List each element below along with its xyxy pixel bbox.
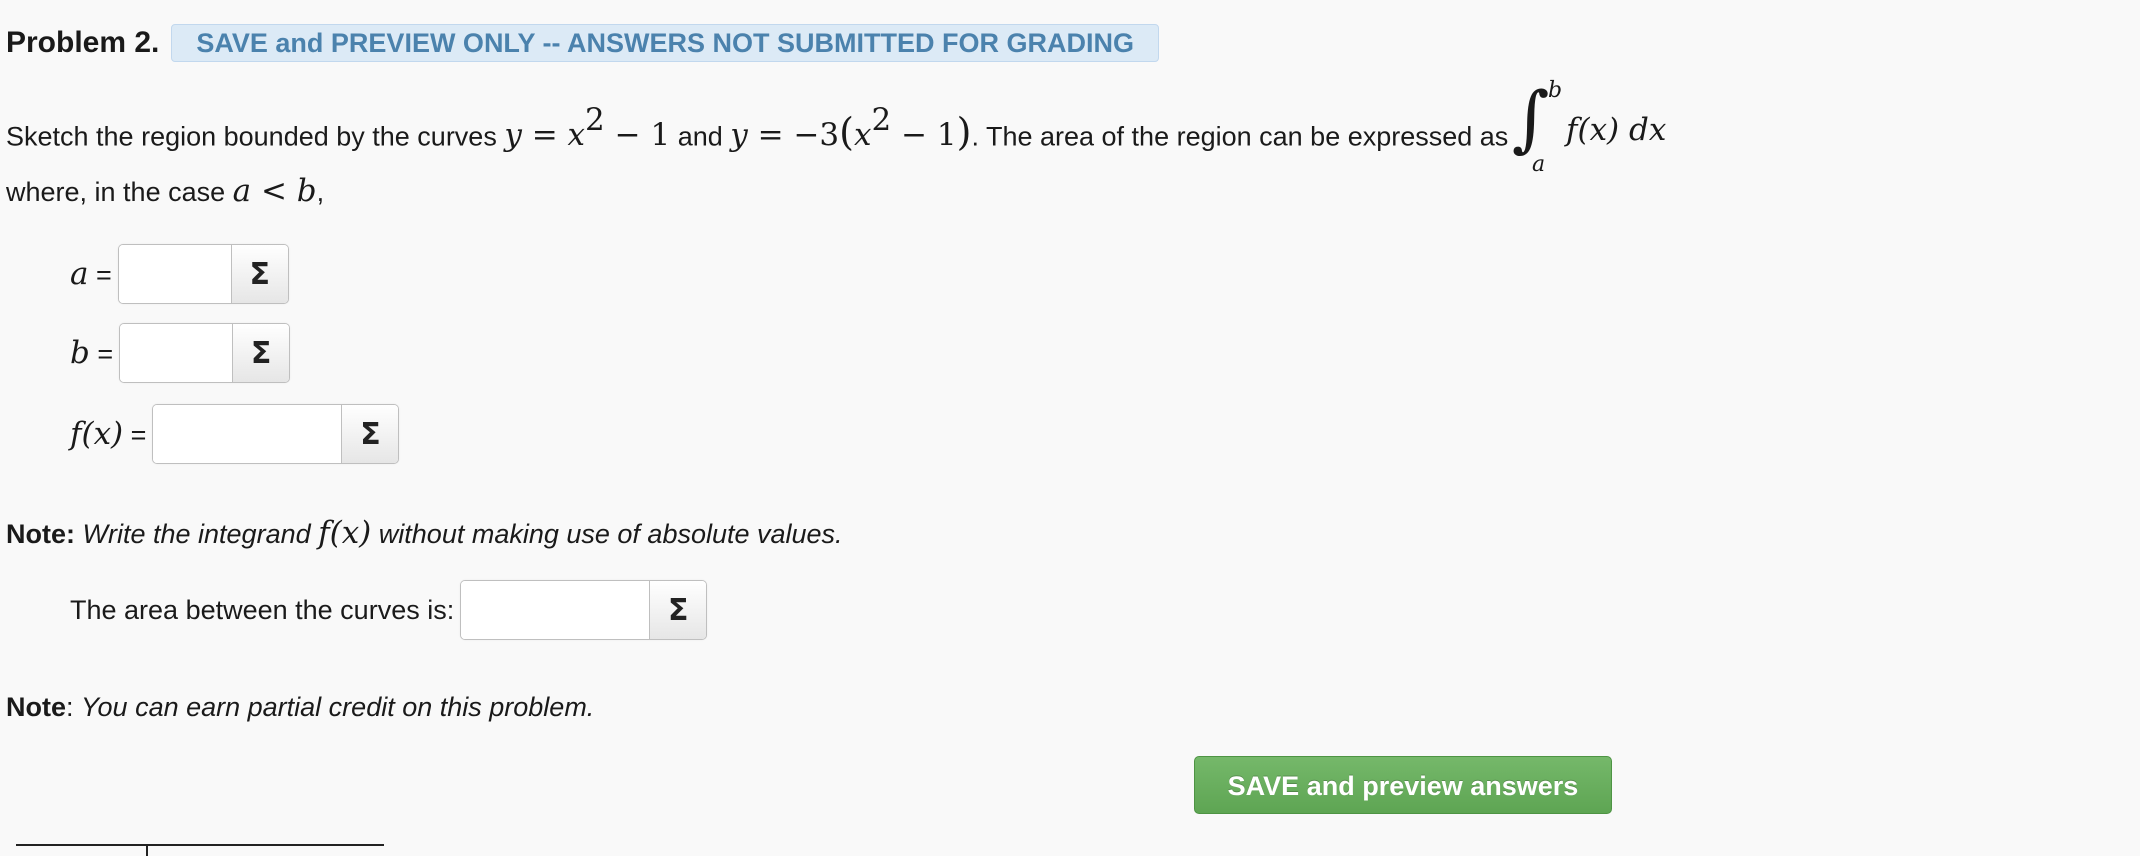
statement-text-1: Sketch the region bounded by the curves bbox=[6, 121, 505, 152]
condition-math: a < b bbox=[232, 173, 317, 209]
problem-header: Problem 2. SAVE and PREVIEW ONLY -- ANSW… bbox=[6, 24, 1159, 62]
note-integrand: Note: Write the integrand f(x) without m… bbox=[6, 515, 843, 551]
integral-upper-bound: b bbox=[1548, 78, 1563, 103]
answer-box-b: Σ bbox=[119, 323, 291, 383]
answer-input-a[interactable] bbox=[118, 245, 231, 303]
answer-label-fx: f(x) bbox=[70, 416, 124, 452]
note-label: Note: bbox=[6, 519, 75, 549]
statement-line-2: where, in the case a < b, bbox=[6, 173, 324, 209]
curve-2-equation: y = −3(x2 − 1) bbox=[730, 102, 972, 155]
save-preview-button[interactable]: SAVE and preview answers bbox=[1194, 756, 1612, 814]
statement-text-3: . The area of the region can be expresse… bbox=[971, 121, 1509, 152]
answer-input-fx[interactable] bbox=[153, 405, 342, 463]
answer-row-b: b = Σ bbox=[70, 323, 291, 383]
answer-eq-b: = bbox=[89, 339, 114, 369]
answer-box-fx: Σ bbox=[152, 404, 400, 464]
answer-box-area: Σ bbox=[460, 580, 708, 640]
equation-editor-sigma-icon[interactable]: Σ bbox=[649, 581, 707, 639]
table-column-divider bbox=[146, 846, 148, 856]
answer-label-b: b bbox=[70, 335, 90, 371]
results-table-edge bbox=[16, 844, 384, 856]
answer-row-a: a = Σ bbox=[70, 244, 289, 304]
problem-title: Problem 2. bbox=[6, 26, 160, 59]
statement-text-2: and bbox=[670, 121, 731, 152]
equation-editor-sigma-icon[interactable]: Σ bbox=[341, 405, 399, 463]
note-label: Note bbox=[6, 692, 66, 722]
integral-expression: ∫ b a f(x) dx bbox=[1506, 78, 1686, 178]
answer-row-fx: f(x) = Σ bbox=[70, 404, 400, 464]
area-label: The area between the curves is: bbox=[70, 594, 455, 625]
equation-editor-sigma-icon[interactable]: Σ bbox=[232, 324, 290, 382]
integral-sign-icon: ∫ bbox=[1512, 76, 1550, 160]
answer-row-area: The area between the curves is: Σ bbox=[70, 580, 708, 640]
statement-condition-text: where, in the case bbox=[6, 177, 233, 207]
condition-end: , bbox=[316, 177, 325, 207]
equation-editor-sigma-icon[interactable]: Σ bbox=[230, 245, 288, 303]
problem-statement: Sketch the region bounded by the curves … bbox=[6, 102, 1509, 155]
note-math-fx: f(x) bbox=[318, 515, 372, 551]
note-partial-credit: Note: You can earn partial credit on thi… bbox=[6, 692, 595, 722]
answer-eq-fx: = bbox=[123, 420, 147, 450]
curve-1-equation: y = x2 − 1 bbox=[504, 102, 671, 154]
preview-only-banner: SAVE and PREVIEW ONLY -- ANSWERS NOT SUB… bbox=[171, 24, 1159, 62]
answer-label-a: a bbox=[70, 256, 89, 292]
answer-box-a: Σ bbox=[117, 244, 289, 304]
answer-input-b[interactable] bbox=[120, 324, 233, 382]
integral-lower-bound: a bbox=[1532, 152, 1546, 177]
answer-input-area[interactable] bbox=[461, 581, 650, 639]
answer-eq-a: = bbox=[88, 260, 112, 290]
integrand: f(x) dx bbox=[1566, 112, 1667, 148]
